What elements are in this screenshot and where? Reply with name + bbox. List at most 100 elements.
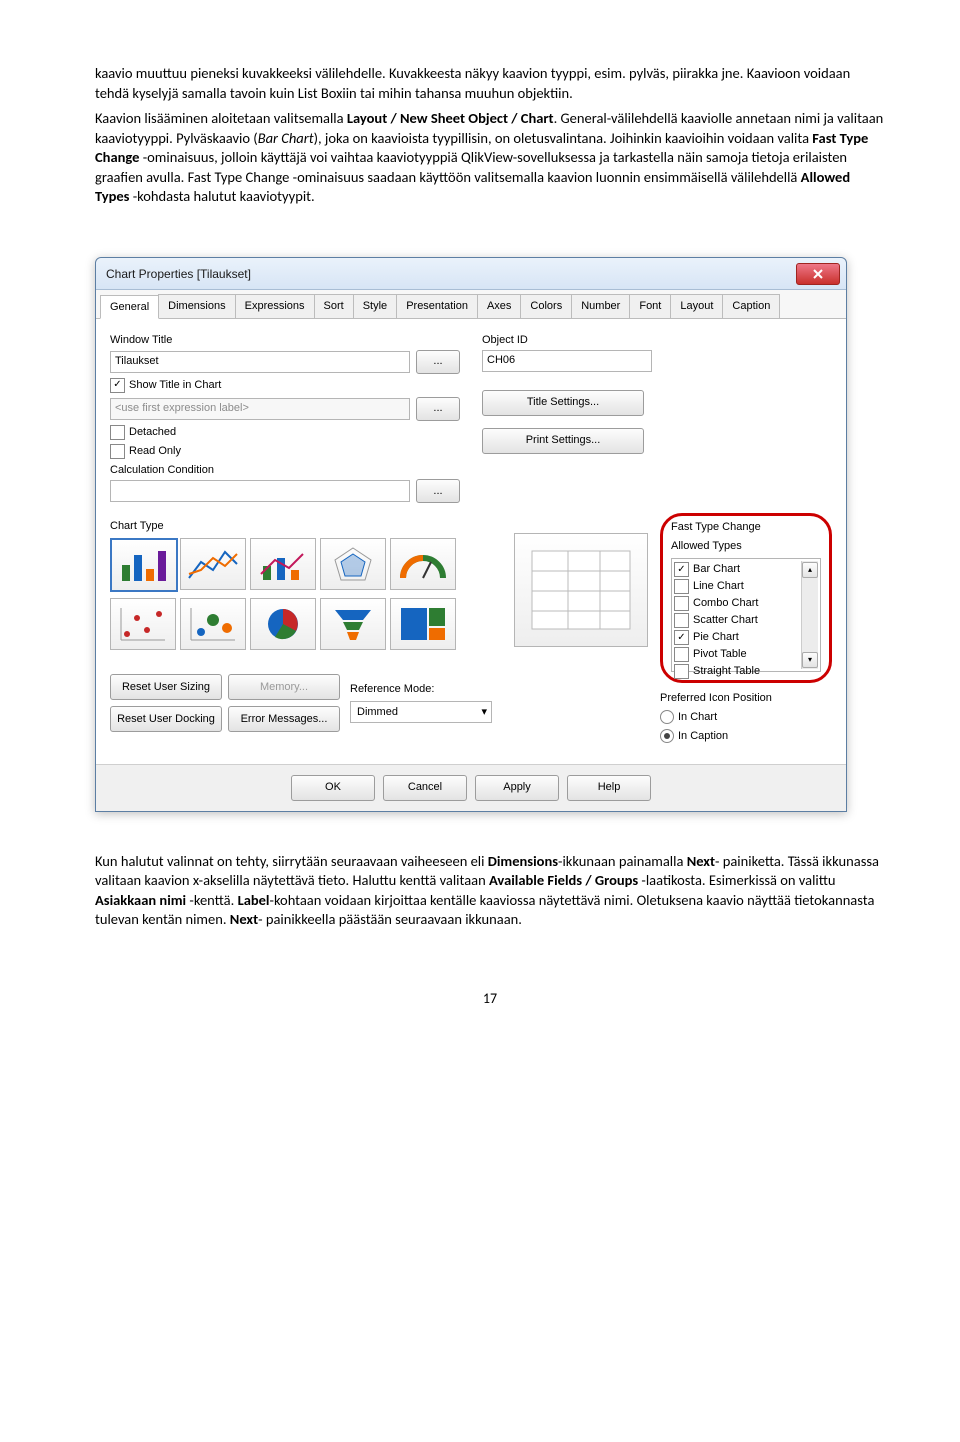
calc-cond-expr-button[interactable]: ... [416, 479, 460, 503]
t: Dimensions [488, 852, 558, 870]
t: Bar Chart [258, 129, 314, 147]
allowed-type-checkbox[interactable] [674, 613, 689, 628]
allowed-type-row[interactable]: Straight Table [674, 663, 801, 680]
tab-caption[interactable]: Caption [722, 294, 780, 318]
tab-layout[interactable]: Layout [670, 294, 723, 318]
allowed-type-row[interactable]: ✓Pie Chart [674, 629, 801, 646]
reference-mode-value: Dimmed [357, 705, 398, 720]
chart-subtype-preview[interactable] [514, 533, 648, 647]
scroll-up-icon[interactable]: ▴ [802, 562, 818, 578]
allowed-type-row[interactable]: Scatter Chart [674, 612, 801, 629]
chart-type-block[interactable] [390, 598, 456, 650]
window-title-expr-button[interactable]: ... [416, 350, 460, 374]
allowed-type-checkbox[interactable] [674, 647, 689, 662]
allowed-type-label: Combo Chart [693, 596, 758, 611]
allowed-type-checkbox[interactable] [674, 596, 689, 611]
chart-type-pie[interactable] [250, 598, 316, 650]
allowed-type-row[interactable]: Combo Chart [674, 595, 801, 612]
title-expression-expr-button[interactable]: ... [416, 397, 460, 421]
dialog-button-bar: OK Cancel Apply Help [96, 764, 846, 811]
chart-type-line[interactable] [180, 538, 246, 590]
print-settings-button[interactable]: Print Settings... [482, 428, 644, 454]
table-icon [526, 545, 636, 635]
chart-type-scatter[interactable] [110, 598, 176, 650]
tab-expressions[interactable]: Expressions [235, 294, 315, 318]
pref-icon-label: Preferred Icon Position [660, 691, 832, 706]
show-title-checkbox[interactable]: ✓ [110, 378, 125, 393]
chart-type-funnel[interactable] [320, 598, 386, 650]
t: Label [238, 891, 270, 909]
allowed-type-row[interactable]: Line Chart [674, 578, 801, 595]
close-button[interactable] [796, 263, 840, 285]
calc-cond-input[interactable] [110, 480, 410, 502]
chart-type-bar[interactable] [110, 538, 178, 592]
t: Available Fields / Groups [489, 871, 638, 889]
tab-dimensions[interactable]: Dimensions [158, 294, 235, 318]
in-caption-radio[interactable] [660, 729, 674, 743]
window-title-input[interactable]: Tilaukset [110, 351, 410, 373]
allowed-types-list[interactable]: ✓Bar ChartLine Chart Combo ChartScatter C… [671, 558, 821, 672]
chart-type-grid[interactable] [180, 598, 246, 650]
allowed-type-checkbox[interactable] [674, 664, 689, 679]
allowed-type-row[interactable]: Pivot Table [674, 646, 801, 663]
t: -kenttä. [186, 891, 237, 909]
title-settings-button[interactable]: Title Settings... [482, 390, 644, 416]
in-chart-label: In Chart [678, 710, 717, 725]
allowed-type-label: Line Chart [693, 579, 744, 594]
t: Asiakkaan nimi [95, 891, 186, 909]
apply-button[interactable]: Apply [475, 775, 559, 801]
cancel-button[interactable]: Cancel [383, 775, 467, 801]
detached-label: Detached [129, 425, 176, 440]
t: -kohdasta halutut kaaviotyypit. [129, 187, 314, 205]
tab-general[interactable]: General [100, 295, 159, 319]
tab-font[interactable]: Font [629, 294, 671, 318]
object-id-label: Object ID [482, 333, 832, 348]
chart-type-label: Chart Type [110, 519, 492, 534]
reference-mode-combo[interactable]: Dimmed ▾ [350, 701, 492, 723]
tab-number[interactable]: Number [571, 294, 630, 318]
tab-axes[interactable]: Axes [477, 294, 521, 318]
in-chart-radio[interactable] [660, 710, 674, 724]
tab-presentation[interactable]: Presentation [396, 294, 478, 318]
allowed-type-checkbox[interactable] [674, 579, 689, 594]
chart-type-gauge[interactable] [390, 538, 456, 590]
allowed-type-checkbox[interactable]: ✓ [674, 630, 689, 645]
chart-type-combo[interactable] [250, 538, 316, 590]
allowed-type-label: Straight Table [693, 664, 760, 679]
dialog-title: Chart Properties [Tilaukset] [106, 266, 251, 282]
fast-type-change-highlight: Fast Type Change Allowed Types ✓Bar Char… [660, 513, 832, 683]
readonly-label: Read Only [129, 444, 181, 459]
t: Next [687, 852, 715, 870]
chevron-down-icon: ▾ [481, 705, 487, 720]
dialog-titlebar: Chart Properties [Tilaukset] [96, 258, 846, 290]
t: Next [230, 910, 258, 928]
window-title-label: Window Title [110, 333, 460, 348]
readonly-checkbox[interactable] [110, 444, 125, 459]
object-id-input[interactable]: CH06 [482, 350, 652, 372]
intro-para-2: Kaavion lisääminen aloitetaan valitsemal… [95, 109, 885, 207]
t: - painikkeella päästään seuraavaan ikkun… [258, 910, 522, 928]
list-scrollbar[interactable]: ▴ ▾ [801, 561, 818, 669]
in-caption-label: In Caption [678, 729, 728, 744]
t: Layout / New Sheet Object / Chart [347, 109, 554, 127]
chart-type-grid [110, 538, 492, 650]
reset-user-docking-button[interactable]: Reset User Docking [110, 706, 222, 732]
tab-sort[interactable]: Sort [314, 294, 354, 318]
title-expression-input[interactable]: <use first expression label> [110, 398, 410, 420]
scroll-down-icon[interactable]: ▾ [802, 652, 818, 668]
tab-style[interactable]: Style [353, 294, 397, 318]
reference-mode-label: Reference Mode: [350, 682, 492, 697]
ok-button[interactable]: OK [291, 775, 375, 801]
error-messages-button[interactable]: Error Messages... [228, 706, 340, 732]
para-after-dialog: Kun halutut valinnat on tehty, siirrytää… [95, 852, 885, 930]
tab-colors[interactable]: Colors [520, 294, 572, 318]
help-button[interactable]: Help [567, 775, 651, 801]
memory-button[interactable]: Memory... [228, 674, 340, 700]
chart-type-radar[interactable] [320, 538, 386, 590]
detached-checkbox[interactable] [110, 425, 125, 440]
allowed-type-row[interactable]: ✓Bar Chart [674, 561, 801, 578]
reset-user-sizing-button[interactable]: Reset User Sizing [110, 674, 222, 700]
t: -ikkunaan painamalla [558, 852, 687, 870]
t: -laatikosta. Esimerkissä on valittu [638, 871, 835, 889]
allowed-type-checkbox[interactable]: ✓ [674, 562, 689, 577]
